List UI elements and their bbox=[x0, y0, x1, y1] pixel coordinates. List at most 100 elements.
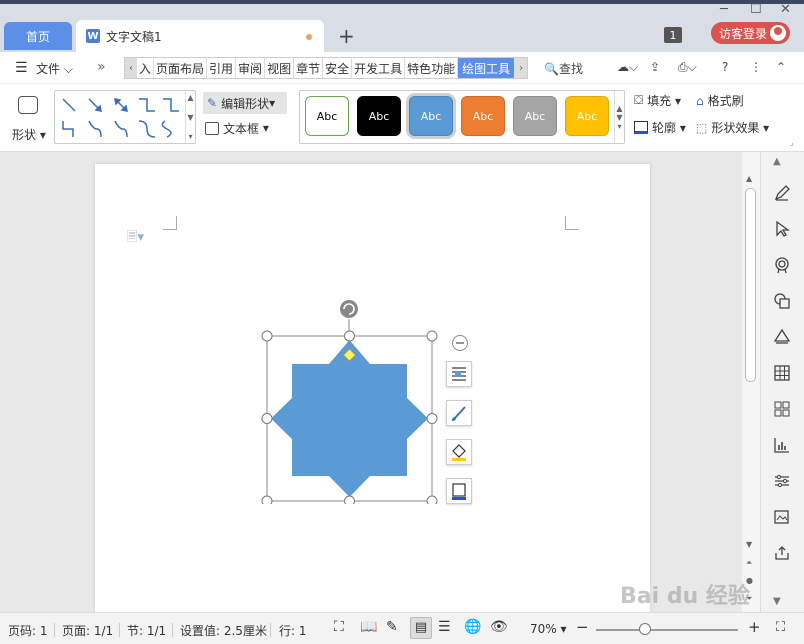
ribbon-tab[interactable]: 特色功能 bbox=[405, 58, 459, 78]
gallery-scroll-icon[interactable]: ▲ ▼ ▾ bbox=[185, 91, 195, 143]
share-icon[interactable]: ⇪ bbox=[650, 60, 660, 74]
table-icon[interactable] bbox=[773, 364, 791, 382]
shapes-icon[interactable] bbox=[773, 292, 791, 310]
resize-handle[interactable] bbox=[261, 413, 273, 424]
pen-edit-icon[interactable] bbox=[773, 184, 791, 202]
tab-home[interactable]: 首页 bbox=[4, 22, 72, 50]
style-swatch[interactable]: Abc bbox=[461, 96, 505, 136]
layout-options-button[interactable] bbox=[446, 361, 472, 387]
shape-style-button[interactable] bbox=[446, 400, 472, 426]
sidebar-collapse-icon[interactable]: ▲ bbox=[773, 156, 791, 174]
scroll-up-icon[interactable]: ▲ bbox=[746, 174, 752, 183]
textbox-button[interactable]: 文本框 ▾ bbox=[205, 118, 269, 138]
award-icon[interactable] bbox=[773, 256, 791, 274]
page-view-icon[interactable]: ▤ bbox=[410, 617, 432, 639]
rotate-handle-icon[interactable] bbox=[340, 300, 358, 318]
style-gallery-more-icon[interactable]: ▲ ▼ ▾ bbox=[614, 91, 624, 143]
prev-page-icon[interactable]: ⏶ bbox=[746, 558, 752, 568]
document-page[interactable]: 🗏▾ bbox=[95, 164, 650, 612]
scroll-down-icon[interactable]: ▼ bbox=[746, 540, 752, 549]
status-setting-value[interactable]: 设置值: 2.5厘米 bbox=[180, 622, 267, 639]
guest-login-button[interactable]: 访客登录 bbox=[711, 22, 790, 44]
ribbon-tab[interactable]: 安全 bbox=[323, 58, 353, 78]
file-menu[interactable]: 文件 ⌵ bbox=[36, 60, 73, 77]
fullscreen-icon[interactable]: ⛶ bbox=[334, 619, 344, 635]
read-mode-icon[interactable]: 📖 bbox=[360, 619, 377, 635]
collapse-toolbar-icon[interactable] bbox=[451, 334, 469, 352]
ribbon-tab[interactable]: 页面布局 bbox=[154, 58, 208, 78]
ribbon-tab[interactable]: 开发工具 bbox=[352, 58, 406, 78]
format-painter-button[interactable]: ⌂ 格式刷 bbox=[696, 92, 744, 109]
zoom-dropdown[interactable]: 70% ▾ bbox=[530, 622, 567, 636]
ribbon-tab[interactable]: 审阅 bbox=[236, 58, 266, 78]
status-pages[interactable]: 页面: 1/1 bbox=[62, 622, 113, 639]
cloud-icon[interactable]: ☁⌵ bbox=[617, 60, 638, 75]
zoom-in-icon[interactable]: + bbox=[748, 618, 761, 636]
resize-handle[interactable] bbox=[261, 330, 273, 342]
status-page-number[interactable]: 页码: 1 bbox=[8, 622, 48, 639]
minimize-icon[interactable]: ─ bbox=[720, 2, 728, 17]
resize-handle[interactable] bbox=[426, 413, 438, 424]
vertical-scrollbar[interactable]: ▲ ▼ ⏶ ● ⏷ bbox=[742, 152, 760, 612]
resize-handle[interactable] bbox=[426, 330, 438, 342]
resize-handle[interactable] bbox=[426, 495, 438, 504]
status-row[interactable]: 行: 1 bbox=[279, 622, 307, 639]
select-cursor-icon[interactable] bbox=[773, 220, 791, 238]
ribbon-expand-icon[interactable]: ⌟ bbox=[790, 138, 794, 147]
paragraph-layout-icon[interactable]: 🗏▾ bbox=[127, 228, 144, 250]
search-button[interactable]: 🔍查找 bbox=[544, 60, 583, 77]
settings-sliders-icon[interactable] bbox=[773, 472, 791, 490]
fit-page-icon[interactable]: ⛶ bbox=[776, 620, 785, 635]
grid-apps-icon[interactable] bbox=[773, 400, 791, 418]
new-tab-button[interactable]: + bbox=[338, 24, 355, 48]
layers-icon[interactable] bbox=[773, 328, 791, 346]
resize-handle[interactable] bbox=[344, 495, 355, 504]
shape-button[interactable]: 形状 ▾ bbox=[10, 92, 46, 144]
tab-document[interactable]: W 文字文稿1 bbox=[76, 20, 324, 52]
outline-view-icon[interactable]: ☰ bbox=[438, 619, 451, 635]
web-view-icon[interactable]: 🌐 bbox=[464, 619, 481, 635]
style-swatch[interactable]: Abc bbox=[357, 96, 401, 136]
outline-button[interactable]: 轮廓 ▾ bbox=[634, 119, 686, 136]
eight-point-star-shape[interactable] bbox=[271, 340, 428, 497]
help-icon[interactable]: ? bbox=[722, 60, 728, 74]
zoom-out-icon[interactable]: − bbox=[576, 618, 589, 636]
ribbon-tab[interactable]: 视图 bbox=[265, 58, 295, 78]
ribbon-tab[interactable]: 引用 bbox=[207, 58, 237, 78]
close-icon[interactable]: ✕ bbox=[780, 2, 791, 17]
maximize-icon[interactable]: ☐ bbox=[750, 2, 762, 17]
style-swatch[interactable]: Abc bbox=[513, 96, 557, 136]
status-section[interactable]: 节: 1/1 bbox=[127, 622, 166, 639]
edit-shape-button[interactable]: ✎ 编辑形状 ▾ bbox=[203, 92, 287, 114]
tab-scroll-right-icon[interactable]: › bbox=[515, 58, 528, 78]
more-tabs-icon[interactable]: » bbox=[97, 59, 106, 75]
outline-quick-button[interactable] bbox=[446, 478, 472, 504]
resize-handle[interactable] bbox=[261, 495, 273, 504]
zoom-slider-knob[interactable] bbox=[639, 623, 651, 635]
fill-quick-button[interactable] bbox=[446, 439, 472, 465]
shape-style-gallery[interactable]: Abc Abc Abc Abc Abc Abc ▲ ▼ ▾ bbox=[299, 90, 625, 144]
more-options-icon[interactable]: ⋮ bbox=[750, 60, 762, 74]
image-icon[interactable] bbox=[773, 508, 791, 526]
ribbon-tab-active[interactable]: 绘图工具 bbox=[458, 58, 516, 78]
ribbon-tab[interactable]: 入 bbox=[137, 58, 155, 78]
star-shape-selection[interactable] bbox=[260, 294, 440, 504]
eye-protection-icon[interactable]: 👁 bbox=[490, 619, 508, 635]
fill-button[interactable]: ⛋ 填充 ▾ bbox=[634, 92, 681, 109]
pen-mode-icon[interactable]: ✎ bbox=[386, 619, 398, 635]
shape-effect-button[interactable]: ⬚ 形状效果 ▾ bbox=[696, 119, 769, 136]
tab-scroll-left-icon[interactable]: ‹ bbox=[125, 58, 137, 78]
style-swatch[interactable]: Abc bbox=[565, 96, 609, 136]
scrollbar-thumb[interactable] bbox=[745, 188, 756, 382]
share-export-icon[interactable] bbox=[773, 544, 791, 562]
line-shapes-gallery[interactable]: ▲ ▼ ▾ bbox=[54, 90, 196, 144]
style-swatch-selected[interactable]: Abc bbox=[409, 96, 453, 136]
collapse-ribbon-icon[interactable]: ⌃ bbox=[776, 60, 786, 74]
print-icon[interactable]: ⎙⌵ bbox=[678, 60, 697, 75]
zoom-slider[interactable] bbox=[596, 629, 738, 631]
hamburger-menu-icon[interactable]: ☰ bbox=[15, 60, 28, 76]
style-swatch[interactable]: Abc bbox=[305, 96, 349, 136]
resize-handle[interactable] bbox=[344, 330, 355, 342]
ribbon-tab[interactable]: 章节 bbox=[294, 58, 324, 78]
notification-badge[interactable]: 1 bbox=[664, 27, 682, 43]
